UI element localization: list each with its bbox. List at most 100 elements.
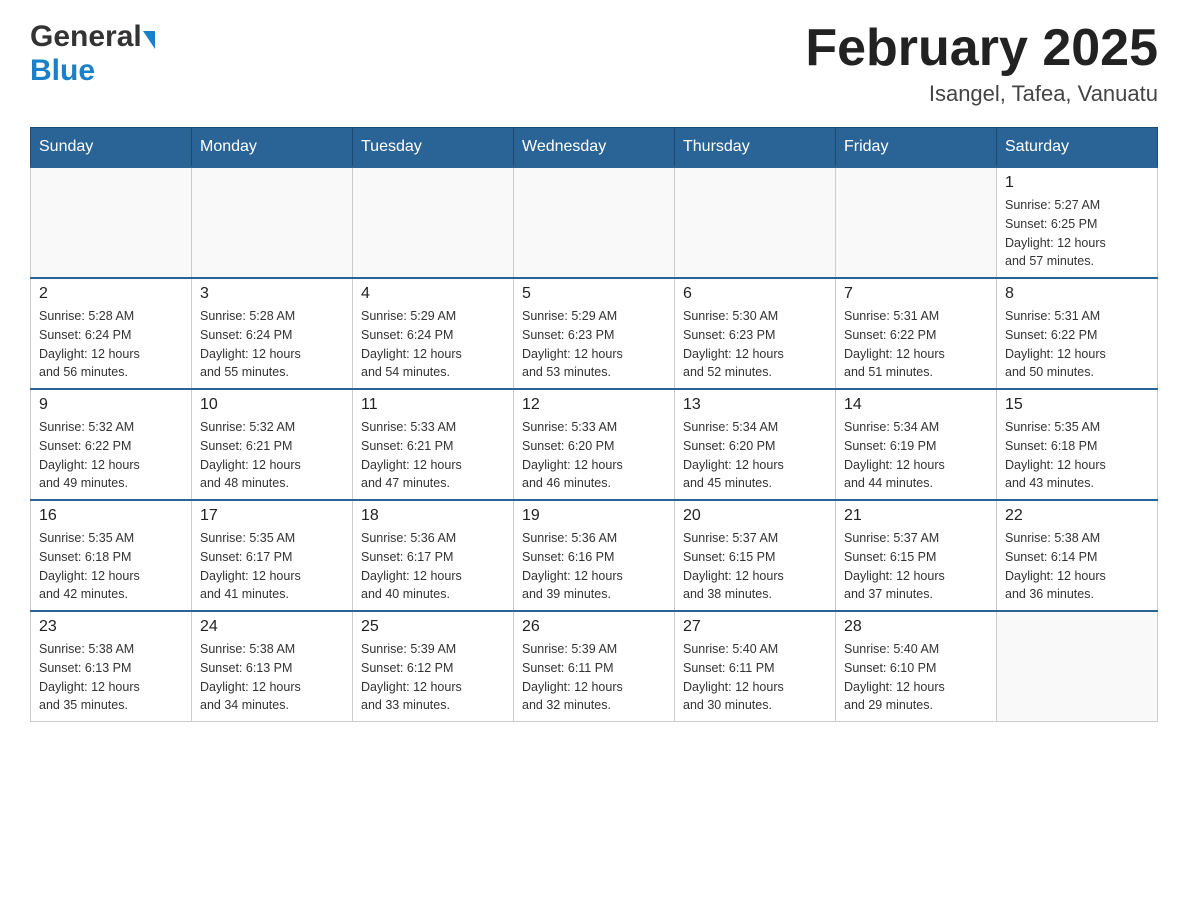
calendar-table: SundayMondayTuesdayWednesdayThursdayFrid… [30, 127, 1158, 722]
weekday-header-friday: Friday [836, 128, 997, 168]
day-info: Sunrise: 5:34 AM Sunset: 6:19 PM Dayligh… [844, 418, 988, 493]
day-info: Sunrise: 5:30 AM Sunset: 6:23 PM Dayligh… [683, 307, 827, 382]
calendar-cell: 8 Sunrise: 5:31 AM Sunset: 6:22 PM Daylig… [997, 278, 1158, 389]
calendar-cell: 17 Sunrise: 5:35 AM Sunset: 6:17 PM Dayli… [192, 500, 353, 611]
day-number: 7 [844, 285, 988, 303]
calendar-cell: 3Sunrise: 5:28 AM Sunset: 6:24 PM Daylig… [192, 278, 353, 389]
day-info: Sunrise: 5:36 AM Sunset: 6:16 PM Dayligh… [522, 529, 666, 604]
calendar-cell [353, 167, 514, 278]
day-number: 17 [200, 507, 344, 525]
day-info: Sunrise: 5:35 AM Sunset: 6:17 PM Dayligh… [200, 529, 344, 604]
day-info: Sunrise: 5:38 AM Sunset: 6:13 PM Dayligh… [200, 640, 344, 715]
day-info: Sunrise: 5:32 AM Sunset: 6:22 PM Dayligh… [39, 418, 183, 493]
day-info: Sunrise: 5:38 AM Sunset: 6:13 PM Dayligh… [39, 640, 183, 715]
day-info: Sunrise: 5:33 AM Sunset: 6:21 PM Dayligh… [361, 418, 505, 493]
day-info: Sunrise: 5:39 AM Sunset: 6:12 PM Dayligh… [361, 640, 505, 715]
calendar-week-row: 9 Sunrise: 5:32 AM Sunset: 6:22 PM Daylig… [31, 389, 1158, 500]
day-info: Sunrise: 5:27 AM Sunset: 6:25 PM Dayligh… [1005, 196, 1149, 271]
day-number: 15 [1005, 396, 1149, 414]
calendar-cell [836, 167, 997, 278]
day-info: Sunrise: 5:29 AM Sunset: 6:24 PM Dayligh… [361, 307, 505, 382]
calendar-week-row: 23 Sunrise: 5:38 AM Sunset: 6:13 PM Dayli… [31, 611, 1158, 722]
calendar-cell: 16 Sunrise: 5:35 AM Sunset: 6:18 PM Dayli… [31, 500, 192, 611]
calendar-cell: 27 Sunrise: 5:40 AM Sunset: 6:11 PM Dayli… [675, 611, 836, 722]
calendar-cell: 4 Sunrise: 5:29 AM Sunset: 6:24 PM Daylig… [353, 278, 514, 389]
day-info: Sunrise: 5:31 AM Sunset: 6:22 PM Dayligh… [844, 307, 988, 382]
calendar-cell: 13Sunrise: 5:34 AM Sunset: 6:20 PM Dayli… [675, 389, 836, 500]
logo: General Blue [30, 20, 155, 88]
logo-blue-text: Blue [30, 54, 95, 87]
logo-triangle-icon [143, 31, 155, 49]
calendar-week-row: 16 Sunrise: 5:35 AM Sunset: 6:18 PM Dayli… [31, 500, 1158, 611]
day-info: Sunrise: 5:37 AM Sunset: 6:15 PM Dayligh… [844, 529, 988, 604]
day-number: 13 [683, 396, 827, 414]
day-number: 6 [683, 285, 827, 303]
day-number: 24 [200, 618, 344, 636]
day-number: 5 [522, 285, 666, 303]
day-number: 28 [844, 618, 988, 636]
calendar-cell: 14 Sunrise: 5:34 AM Sunset: 6:19 PM Dayli… [836, 389, 997, 500]
location-text: Isangel, Tafea, Vanuatu [805, 81, 1158, 107]
day-info: Sunrise: 5:32 AM Sunset: 6:21 PM Dayligh… [200, 418, 344, 493]
day-info: Sunrise: 5:28 AM Sunset: 6:24 PM Dayligh… [200, 307, 344, 382]
calendar-cell: 11Sunrise: 5:33 AM Sunset: 6:21 PM Dayli… [353, 389, 514, 500]
day-info: Sunrise: 5:29 AM Sunset: 6:23 PM Dayligh… [522, 307, 666, 382]
day-number: 27 [683, 618, 827, 636]
day-number: 18 [361, 507, 505, 525]
day-info: Sunrise: 5:35 AM Sunset: 6:18 PM Dayligh… [1005, 418, 1149, 493]
calendar-cell: 28 Sunrise: 5:40 AM Sunset: 6:10 PM Dayli… [836, 611, 997, 722]
day-info: Sunrise: 5:28 AM Sunset: 6:24 PM Dayligh… [39, 307, 183, 382]
calendar-cell: 26 Sunrise: 5:39 AM Sunset: 6:11 PM Dayli… [514, 611, 675, 722]
calendar-cell: 10 Sunrise: 5:32 AM Sunset: 6:21 PM Dayli… [192, 389, 353, 500]
day-info: Sunrise: 5:31 AM Sunset: 6:22 PM Dayligh… [1005, 307, 1149, 382]
day-number: 12 [522, 396, 666, 414]
weekday-header-monday: Monday [192, 128, 353, 168]
calendar-cell: 6 Sunrise: 5:30 AM Sunset: 6:23 PM Daylig… [675, 278, 836, 389]
calendar-cell [675, 167, 836, 278]
day-number: 10 [200, 396, 344, 414]
calendar-header-row: SundayMondayTuesdayWednesdayThursdayFrid… [31, 128, 1158, 168]
calendar-cell: 19 Sunrise: 5:36 AM Sunset: 6:16 PM Dayli… [514, 500, 675, 611]
title-block: February 2025 Isangel, Tafea, Vanuatu [805, 20, 1158, 107]
calendar-cell: 22Sunrise: 5:38 AM Sunset: 6:14 PM Dayli… [997, 500, 1158, 611]
calendar-week-row: 2 Sunrise: 5:28 AM Sunset: 6:24 PM Daylig… [31, 278, 1158, 389]
day-info: Sunrise: 5:39 AM Sunset: 6:11 PM Dayligh… [522, 640, 666, 715]
day-number: 14 [844, 396, 988, 414]
weekday-header-sunday: Sunday [31, 128, 192, 168]
day-number: 8 [1005, 285, 1149, 303]
calendar-cell: 15 Sunrise: 5:35 AM Sunset: 6:18 PM Dayli… [997, 389, 1158, 500]
day-number: 1 [1005, 174, 1149, 192]
day-number: 9 [39, 396, 183, 414]
month-title: February 2025 [805, 20, 1158, 77]
weekday-header-saturday: Saturday [997, 128, 1158, 168]
calendar-cell: 1 Sunrise: 5:27 AM Sunset: 6:25 PM Daylig… [997, 167, 1158, 278]
weekday-header-tuesday: Tuesday [353, 128, 514, 168]
day-info: Sunrise: 5:36 AM Sunset: 6:17 PM Dayligh… [361, 529, 505, 604]
calendar-cell: 9 Sunrise: 5:32 AM Sunset: 6:22 PM Daylig… [31, 389, 192, 500]
calendar-cell: 23 Sunrise: 5:38 AM Sunset: 6:13 PM Dayli… [31, 611, 192, 722]
calendar-cell: 7 Sunrise: 5:31 AM Sunset: 6:22 PM Daylig… [836, 278, 997, 389]
calendar-cell: 21 Sunrise: 5:37 AM Sunset: 6:15 PM Dayli… [836, 500, 997, 611]
calendar-cell: 5 Sunrise: 5:29 AM Sunset: 6:23 PM Daylig… [514, 278, 675, 389]
day-number: 4 [361, 285, 505, 303]
calendar-cell [31, 167, 192, 278]
day-number: 21 [844, 507, 988, 525]
day-number: 26 [522, 618, 666, 636]
day-number: 25 [361, 618, 505, 636]
calendar-cell: 20Sunrise: 5:37 AM Sunset: 6:15 PM Dayli… [675, 500, 836, 611]
day-info: Sunrise: 5:33 AM Sunset: 6:20 PM Dayligh… [522, 418, 666, 493]
day-number: 16 [39, 507, 183, 525]
calendar-cell: 25 Sunrise: 5:39 AM Sunset: 6:12 PM Dayli… [353, 611, 514, 722]
weekday-header-wednesday: Wednesday [514, 128, 675, 168]
day-number: 23 [39, 618, 183, 636]
calendar-cell: 18 Sunrise: 5:36 AM Sunset: 6:17 PM Dayli… [353, 500, 514, 611]
day-number: 2 [39, 285, 183, 303]
day-info: Sunrise: 5:40 AM Sunset: 6:11 PM Dayligh… [683, 640, 827, 715]
day-info: Sunrise: 5:40 AM Sunset: 6:10 PM Dayligh… [844, 640, 988, 715]
day-info: Sunrise: 5:35 AM Sunset: 6:18 PM Dayligh… [39, 529, 183, 604]
calendar-cell: 2 Sunrise: 5:28 AM Sunset: 6:24 PM Daylig… [31, 278, 192, 389]
day-number: 19 [522, 507, 666, 525]
calendar-cell [192, 167, 353, 278]
day-number: 22 [1005, 507, 1149, 525]
day-info: Sunrise: 5:37 AM Sunset: 6:15 PM Dayligh… [683, 529, 827, 604]
